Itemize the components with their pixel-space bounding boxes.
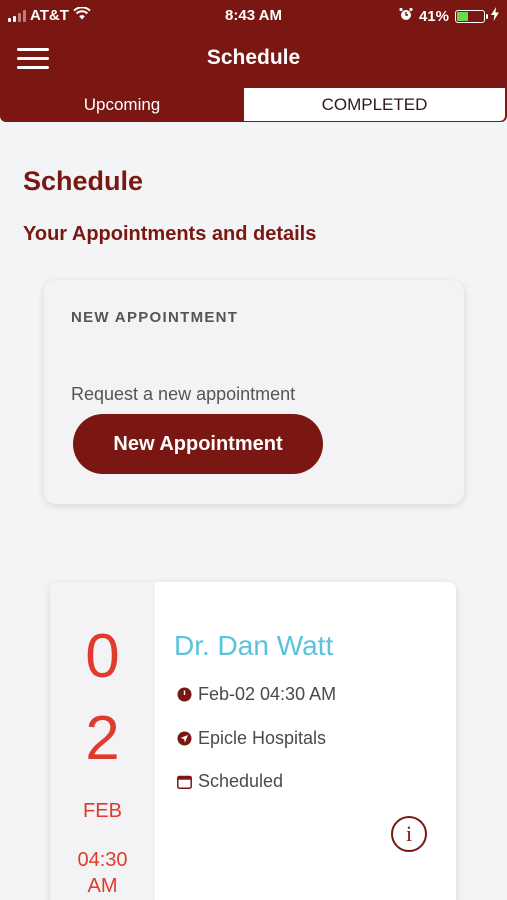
status-bar: AT&T 8:43 AM 41% bbox=[0, 0, 507, 32]
appointment-date-column: 0 2 FEB 04:30 AM bbox=[50, 582, 155, 900]
doctor-name: Dr. Dan Watt bbox=[174, 630, 334, 661]
calendar-icon bbox=[176, 774, 192, 790]
appointment-status-row: Scheduled bbox=[176, 771, 283, 792]
new-appointment-title: NEW APPOINTMENT bbox=[71, 309, 239, 326]
battery-icon bbox=[455, 9, 488, 23]
new-appointment-button[interactable]: New Appointment bbox=[73, 414, 323, 474]
clock-icon bbox=[176, 687, 192, 703]
tab-bar: Upcoming COMPLETED bbox=[0, 86, 507, 122]
appointment-datetime: Feb-02 04:30 AM bbox=[198, 684, 337, 704]
page-title: Schedule bbox=[23, 166, 144, 196]
appointment-status: Scheduled bbox=[198, 771, 284, 791]
battery-percent: 41% bbox=[418, 7, 449, 25]
app-header: Schedule bbox=[0, 32, 507, 86]
charging-icon bbox=[491, 7, 499, 25]
appointment-time-line-2: AM bbox=[87, 875, 118, 897]
appointment-card[interactable]: 0 2 FEB 04:30 AM Dr. Dan Watt Feb-02 04:… bbox=[50, 582, 456, 900]
appointment-month: FEB bbox=[83, 800, 122, 822]
appointment-time: 04:30 AM bbox=[50, 847, 155, 899]
appointment-day-digit-2: 2 bbox=[85, 704, 120, 773]
page-subtitle: Your Appointments and details bbox=[23, 223, 317, 245]
tab-upcoming[interactable]: Upcoming bbox=[2, 88, 242, 121]
alarm-icon bbox=[399, 7, 413, 25]
new-appointment-text: Request a new appointment bbox=[71, 384, 296, 404]
header-title: Schedule bbox=[206, 46, 301, 69]
appointment-location: Epicle Hospitals bbox=[198, 728, 327, 748]
appointment-time-line-1: 04:30 bbox=[77, 849, 128, 871]
status-right: 41% bbox=[399, 7, 499, 25]
tab-completed[interactable]: COMPLETED bbox=[244, 88, 505, 121]
info-icon[interactable]: i bbox=[391, 816, 427, 852]
appointment-day-digit-1: 0 bbox=[85, 622, 120, 691]
appointment-datetime-row: Feb-02 04:30 AM bbox=[176, 684, 336, 705]
new-appointment-card: NEW APPOINTMENT Request a new appointmen… bbox=[44, 280, 464, 504]
location-icon bbox=[176, 731, 192, 747]
appointment-location-row: Epicle Hospitals bbox=[176, 728, 326, 749]
